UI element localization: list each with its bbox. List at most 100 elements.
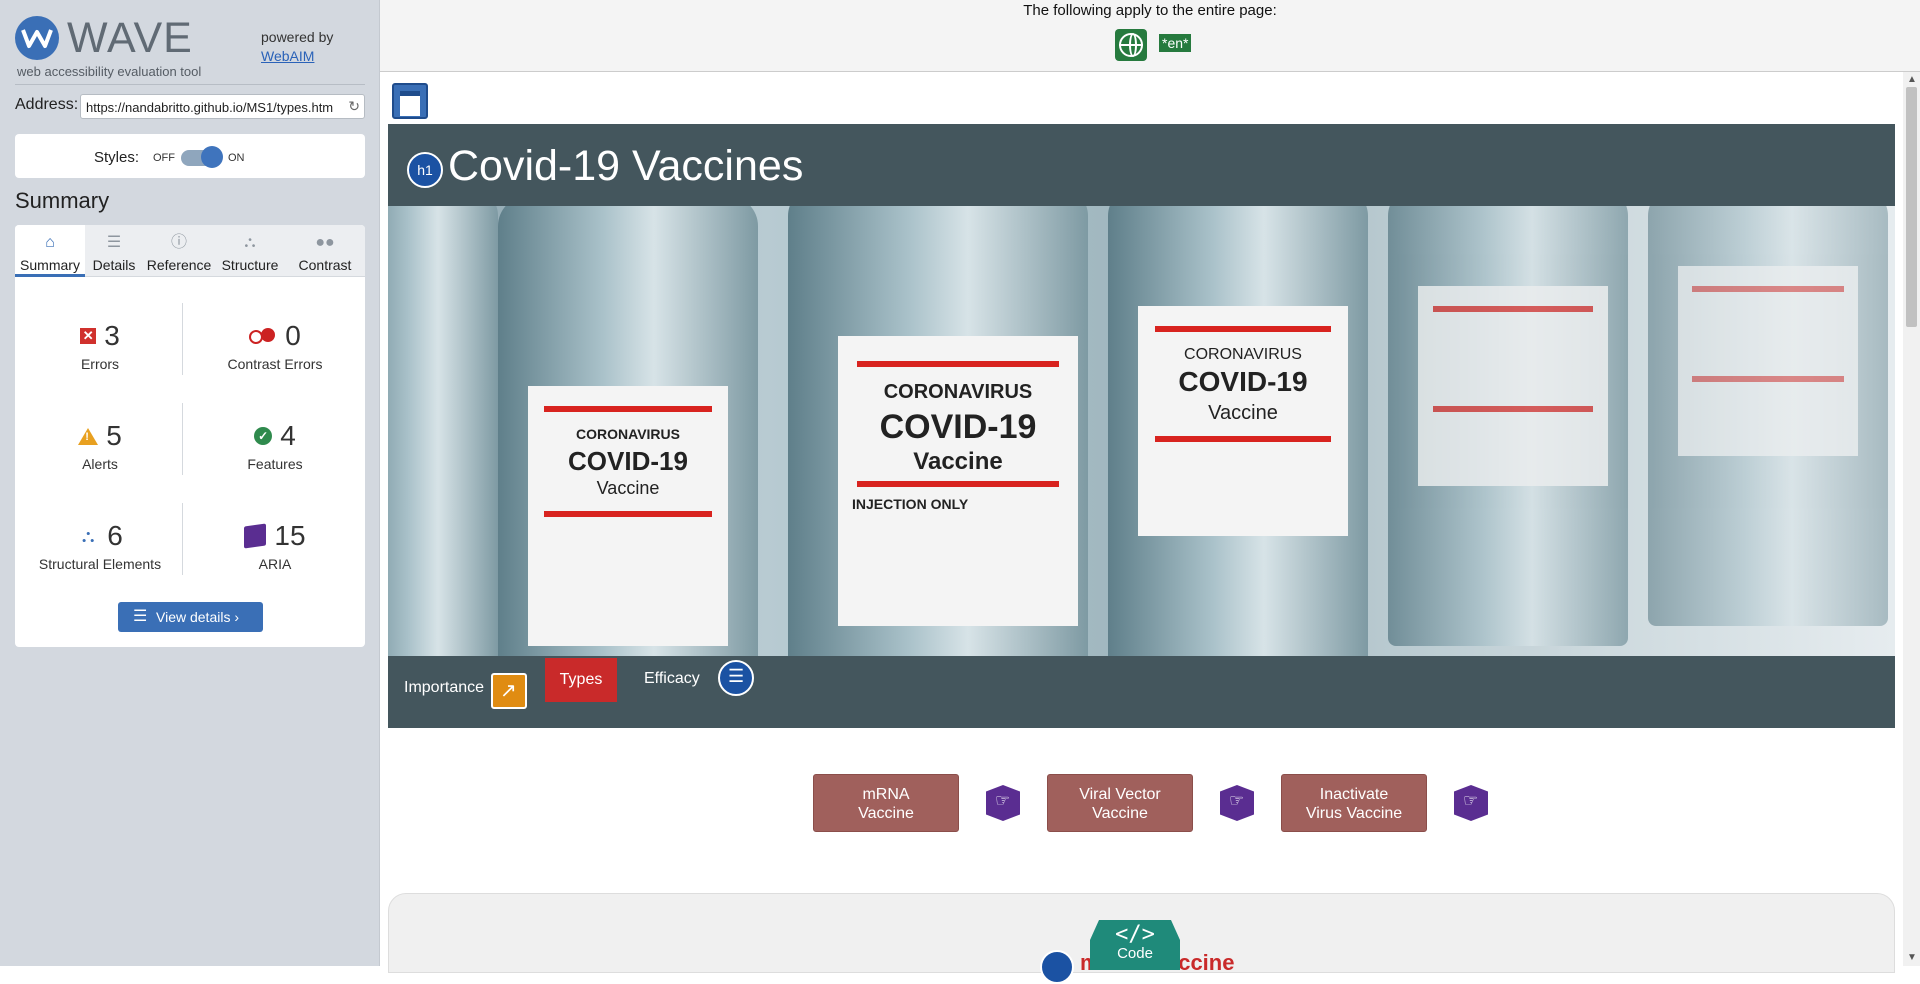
evaluated-page: The following apply to the entire page: …	[380, 0, 1920, 984]
home-icon: ⌂	[45, 234, 55, 251]
card-label: Virus Vaccine	[1305, 805, 1403, 822]
divider	[15, 84, 365, 85]
code-label: Code	[1117, 945, 1153, 962]
aria-icon[interactable]	[986, 785, 1020, 821]
header-region-icon[interactable]	[392, 83, 428, 119]
vial	[1648, 206, 1888, 626]
language-globe-icon[interactable]	[1115, 29, 1147, 61]
structural-count: 6	[107, 520, 123, 551]
tab-label: Details	[92, 257, 136, 273]
address-label: Address:	[15, 96, 79, 113]
wave-logo-icon	[15, 16, 59, 60]
address-value: https://nandabritto.github.io/MS1/types.…	[86, 100, 334, 115]
stat-errors[interactable]: ✕ 3 Errors	[15, 320, 185, 372]
summary-heading: Summary	[15, 188, 110, 213]
wave-list-icon[interactable]	[718, 660, 754, 696]
address-input[interactable]: https://nandabritto.github.io/MS1/types.…	[80, 94, 365, 119]
page-wide-notice: The following apply to the entire page:	[1023, 2, 1277, 19]
wave-logo[interactable]: WAVE web accessibility evaluation tool	[15, 14, 215, 84]
nav-types-link[interactable]: Types	[545, 658, 617, 702]
code-symbol: </>	[1115, 922, 1155, 947]
styles-toggle-knob[interactable]	[201, 146, 223, 168]
aria-label: ARIA	[258, 556, 292, 572]
vial-text: Vaccine	[1208, 402, 1278, 424]
scroll-down-icon[interactable]: ▼	[1907, 952, 1917, 963]
page-wide-icons-bar: The following apply to the entire page: …	[380, 0, 1920, 72]
powered-by-text: powered by	[261, 29, 334, 45]
vial-text: CORONAVIRUS	[576, 426, 680, 442]
error-icon: ✕	[80, 328, 97, 344]
aria-icon[interactable]	[1454, 785, 1488, 821]
scroll-thumb[interactable]	[1906, 87, 1917, 327]
card-label: Viral Vector	[1079, 786, 1161, 803]
refresh-icon[interactable]: ↻	[344, 98, 360, 115]
h1-icon[interactable]: h1	[407, 152, 443, 188]
aria-icon	[244, 523, 267, 549]
errors-label: Errors	[80, 356, 120, 372]
vial-text: COVID-19	[1178, 366, 1308, 397]
stat-structural[interactable]: ⛬ 6 Structural Elements	[15, 520, 185, 572]
tab-contrast[interactable]: ●● Contrast	[285, 225, 365, 277]
aria-icon[interactable]	[1220, 785, 1254, 821]
vial-label	[1418, 286, 1608, 486]
wave-logo-text: WAVE	[67, 14, 193, 62]
mrna-vaccine-button[interactable]: mRNA Vaccine	[813, 774, 959, 832]
vial-text: CORONAVIRUS	[1184, 346, 1302, 363]
aria-count: 15	[274, 520, 306, 551]
tab-structure[interactable]: ⛬ Structure	[215, 225, 285, 277]
vial-label: CORONAVIRUS COVID-19 Vaccine	[528, 386, 728, 646]
viral-vector-vaccine-button[interactable]: Viral Vector Vaccine	[1047, 774, 1193, 832]
structure-icon: ⛬	[81, 526, 95, 546]
stat-contrast-errors[interactable]: 0 Contrast Errors	[190, 320, 360, 372]
stat-features[interactable]: ✓ 4 Features	[190, 420, 360, 472]
features-label: Features	[247, 456, 303, 472]
alerts-label: Alerts	[82, 456, 118, 472]
card-label: Vaccine	[1092, 805, 1148, 822]
list-icon: ☰	[106, 234, 122, 251]
vial-text: COVID-19	[879, 408, 1037, 446]
vial-label: CORONAVIRUS COVID-19 Vaccine INJECTION O…	[838, 336, 1078, 626]
wave-sidebar: WAVE web accessibility evaluation tool p…	[0, 0, 380, 966]
contrast-error-icon	[249, 328, 277, 344]
vial-text: INJECTION ONLY	[852, 496, 969, 512]
vial-text: Vaccine	[913, 448, 1003, 475]
page-navbar: Importance Types Efficacy	[388, 656, 1895, 728]
tab-label: Reference	[146, 257, 212, 273]
scroll-up-icon[interactable]: ▲	[1907, 74, 1917, 85]
tab-reference[interactable]: ⓘ Reference	[143, 225, 215, 277]
styles-off-label: OFF	[153, 152, 175, 164]
panel-tabs: ⌂ Summary ☰ Details ⓘ Reference ⛬ Struct…	[15, 225, 365, 277]
styles-toggle-box: Styles: OFF ON	[15, 134, 365, 178]
contrast-label: Contrast Errors	[227, 356, 323, 372]
stat-aria[interactable]: 15 ARIA	[190, 520, 360, 572]
vial: CORONAVIRUS COVID-19 Vaccine	[498, 206, 758, 656]
view-details-button[interactable]: ☰ View details ›	[118, 602, 263, 632]
webaim-link[interactable]: WebAIM	[261, 48, 314, 64]
vial-text: Vaccine	[596, 478, 660, 498]
language-badge[interactable]: *en*	[1159, 34, 1192, 52]
structure-icon: ⛬	[244, 234, 256, 251]
features-count: 4	[280, 420, 296, 451]
h2-icon[interactable]	[1040, 950, 1074, 984]
info-icon: ⓘ	[170, 234, 187, 251]
alert-icon: !	[78, 427, 99, 445]
tab-label: Summary	[20, 257, 80, 273]
summary-panel: ⌂ Summary ☰ Details ⓘ Reference ⛬ Struct…	[15, 225, 365, 647]
tab-details[interactable]: ☰ Details	[85, 225, 143, 277]
vial: CORONAVIRUS COVID-19 Vaccine	[1108, 206, 1368, 656]
code-icon[interactable]: </> Code	[1090, 920, 1180, 970]
contrast-icon: ●●	[315, 234, 335, 251]
errors-count: 3	[104, 320, 120, 351]
vial-label: CORONAVIRUS COVID-19 Vaccine	[1138, 306, 1348, 536]
hero-header: h1 Covid-19 Vaccines	[388, 124, 1895, 206]
nav-importance-link[interactable]: Importance	[404, 679, 484, 697]
card-label: Vaccine	[858, 805, 914, 822]
stat-alerts[interactable]: ! 5 Alerts	[15, 420, 185, 472]
page-scrollbar[interactable]: ▲ ▼	[1903, 72, 1920, 966]
nav-efficacy-link[interactable]: Efficacy	[644, 670, 700, 688]
vial	[388, 206, 498, 656]
styles-on-label: ON	[228, 152, 245, 164]
wave-alert-icon[interactable]	[491, 673, 527, 709]
tab-summary[interactable]: ⌂ Summary	[15, 225, 85, 277]
inactivate-virus-vaccine-button[interactable]: Inactivate Virus Vaccine	[1281, 774, 1427, 832]
